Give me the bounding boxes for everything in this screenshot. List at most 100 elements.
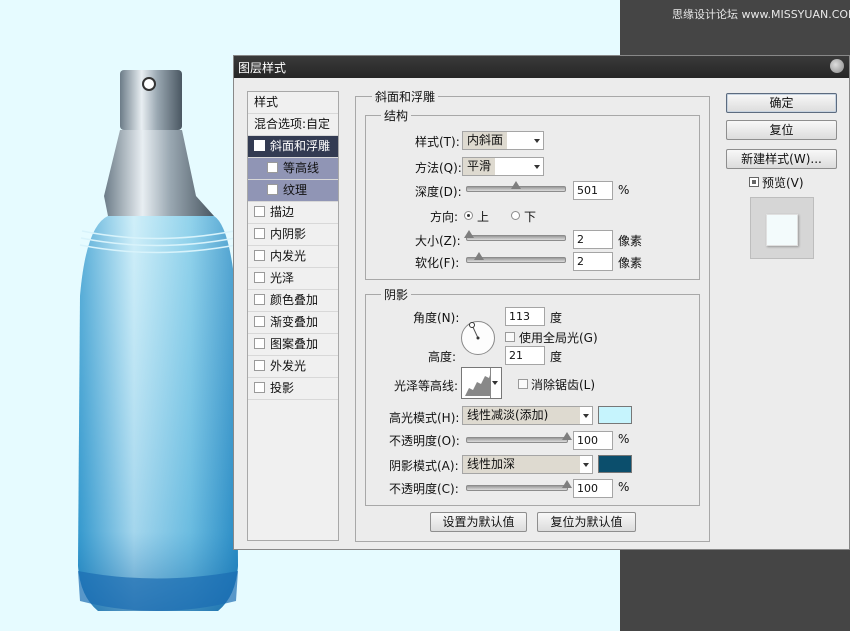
close-icon[interactable] — [830, 59, 844, 73]
checkbox-texture[interactable] — [267, 184, 278, 195]
style-item-label: 内阴影 — [270, 227, 307, 241]
style-preview — [750, 197, 814, 259]
styles-list: 样式 混合选项:自定 斜面和浮雕 等高线 纹理 描边 内阴影 内发光 光泽 颜色… — [247, 91, 339, 541]
depth-unit: % — [618, 183, 630, 197]
angle-dial[interactable] — [461, 321, 495, 355]
highlight-mode-label: 高光模式(H): — [389, 411, 460, 425]
checkbox-drop-shadow[interactable] — [254, 382, 265, 393]
styles-header[interactable]: 样式 — [248, 92, 338, 114]
size-input[interactable]: 2 — [573, 230, 613, 249]
reset-button[interactable]: 复位 — [726, 120, 837, 140]
highlight-opacity-unit: % — [618, 432, 630, 446]
style-item-gradient-overlay[interactable]: 渐变叠加 — [248, 312, 338, 334]
styles-header-label: 样式 — [254, 95, 279, 109]
shadow-mode-label: 阴影模式(A): — [389, 459, 459, 473]
preview-checkbox[interactable] — [749, 177, 759, 187]
shadow-mode-dropdown[interactable]: 线性加深 — [462, 455, 593, 474]
highlight-opacity-slider[interactable] — [466, 432, 572, 443]
size-unit: 像素 — [618, 234, 643, 248]
style-item-label: 等高线 — [283, 161, 320, 175]
style-dropdown[interactable]: 内斜面 — [462, 131, 544, 150]
style-item-drop-shadow[interactable]: 投影 — [248, 378, 338, 400]
antialias-label: 消除锯齿(L) — [531, 378, 596, 392]
altitude-input[interactable]: 21 — [505, 346, 545, 365]
blend-options-label: 混合选项:自定 — [254, 117, 331, 131]
checkbox-bevel[interactable] — [254, 140, 265, 151]
angle-label: 角度(N): — [413, 311, 460, 325]
technique-dropdown-value: 平滑 — [463, 158, 496, 175]
highlight-opacity-input[interactable]: 100 — [573, 431, 613, 450]
style-item-inner-glow[interactable]: 内发光 — [248, 246, 338, 268]
shading-title: 阴影 — [381, 286, 412, 303]
technique-dropdown[interactable]: 平滑 — [462, 157, 544, 176]
depth-slider-thumb[interactable] — [511, 181, 521, 189]
soften-label: 软化(F): — [415, 256, 460, 270]
global-light-checkbox[interactable] — [505, 332, 515, 342]
depth-input[interactable]: 501 — [573, 181, 613, 200]
depth-label: 深度(D): — [415, 185, 462, 199]
highlight-opacity-thumb[interactable] — [562, 432, 572, 440]
style-item-outer-glow[interactable]: 外发光 — [248, 356, 338, 378]
style-item-label: 渐变叠加 — [270, 315, 319, 329]
checkbox-color-overlay[interactable] — [254, 294, 265, 305]
style-item-pattern-overlay[interactable]: 图案叠加 — [248, 334, 338, 356]
style-item-inner-shadow[interactable]: 内阴影 — [248, 224, 338, 246]
highlight-mode-dropdown[interactable]: 线性减淡(添加) — [462, 406, 593, 425]
checkbox-contour[interactable] — [267, 162, 278, 173]
shadow-opacity-unit: % — [618, 480, 630, 494]
chevron-down-icon — [583, 463, 589, 467]
angle-unit: 度 — [550, 311, 563, 325]
style-item-bevel[interactable]: 斜面和浮雕 — [248, 136, 338, 158]
preview-thumbnail — [766, 214, 798, 246]
shadow-color-swatch[interactable] — [598, 455, 632, 473]
blend-options-item[interactable]: 混合选项:自定 — [248, 114, 338, 136]
style-dropdown-value: 内斜面 — [463, 132, 508, 149]
soften-input[interactable]: 2 — [573, 252, 613, 271]
highlight-mode-value: 线性减淡(添加) — [463, 407, 580, 424]
technique-label: 方法(Q): — [415, 161, 462, 175]
structure-title: 结构 — [381, 107, 412, 124]
checkbox-outer-glow[interactable] — [254, 360, 265, 371]
style-label: 样式(T): — [415, 135, 460, 149]
style-item-contour[interactable]: 等高线 — [248, 158, 338, 180]
dialog-titlebar[interactable]: 图层样式 — [234, 56, 849, 78]
global-light-label: 使用全局光(G) — [519, 331, 598, 345]
angle-input[interactable]: 113 — [505, 307, 545, 326]
ok-button[interactable]: 确定 — [726, 93, 837, 113]
checkbox-inner-glow[interactable] — [254, 250, 265, 261]
soften-slider-thumb[interactable] — [473, 252, 484, 260]
new-style-button[interactable]: 新建样式(W)... — [726, 149, 837, 169]
size-slider[interactable] — [463, 230, 566, 241]
set-default-button[interactable]: 设置为默认值 — [430, 512, 527, 532]
style-item-satin[interactable]: 光泽 — [248, 268, 338, 290]
style-item-color-overlay[interactable]: 颜色叠加 — [248, 290, 338, 312]
style-item-label: 描边 — [270, 205, 295, 219]
highlight-color-swatch[interactable] — [598, 406, 632, 424]
checkbox-satin[interactable] — [254, 272, 265, 283]
direction-up-radio[interactable] — [464, 211, 473, 220]
size-slider-thumb[interactable] — [463, 230, 474, 238]
shadow-opacity-thumb[interactable] — [562, 480, 572, 488]
reset-default-button[interactable]: 复位为默认值 — [537, 512, 636, 532]
direction-down-radio[interactable] — [511, 211, 520, 220]
shadow-opacity-input[interactable]: 100 — [573, 479, 613, 498]
antialias-checkbox[interactable] — [518, 379, 528, 389]
checkbox-gradient-overlay[interactable] — [254, 316, 265, 327]
chevron-down-icon — [492, 381, 498, 385]
style-item-texture[interactable]: 纹理 — [248, 180, 338, 202]
altitude-unit: 度 — [550, 350, 563, 364]
style-item-label: 内发光 — [270, 249, 307, 263]
style-item-label: 颜色叠加 — [270, 293, 319, 307]
style-item-stroke[interactable]: 描边 — [248, 202, 338, 224]
gloss-contour-picker[interactable] — [461, 367, 502, 399]
style-item-label: 图案叠加 — [270, 337, 319, 351]
soften-slider[interactable] — [466, 252, 566, 263]
chevron-down-icon — [534, 165, 540, 169]
checkbox-inner-shadow[interactable] — [254, 228, 265, 239]
depth-slider[interactable] — [466, 181, 566, 192]
shadow-opacity-slider[interactable] — [466, 480, 572, 491]
size-label: 大小(Z): — [415, 234, 461, 248]
checkbox-stroke[interactable] — [254, 206, 265, 217]
style-item-label: 纹理 — [283, 183, 308, 197]
checkbox-pattern-overlay[interactable] — [254, 338, 265, 349]
